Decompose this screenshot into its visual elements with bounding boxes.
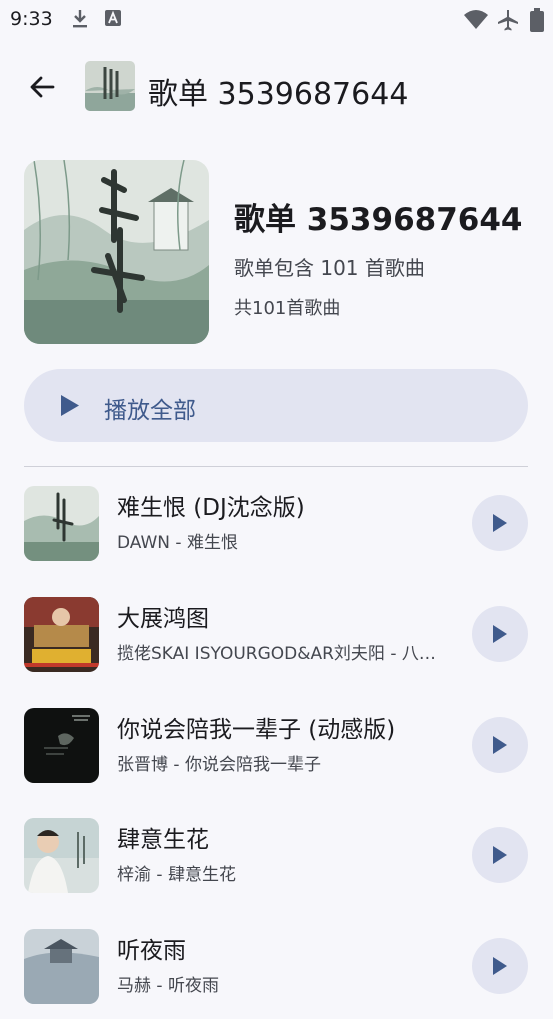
status-time: 9:33 [10,8,53,30]
play-all-button[interactable]: 播放全部 [24,369,528,442]
download-icon [73,10,87,28]
track-row[interactable]: 难生恨 (DJ沈念版) DAWN - 难生恨 [0,476,553,576]
track-cover [24,818,99,893]
track-cover [24,929,99,1004]
play-icon [493,625,507,643]
playlist-cover [24,160,209,344]
track-row[interactable]: 你说会陪我一辈子 (动感版) 张晋博 - 你说会陪我一辈子 [0,698,553,798]
arrow-left-icon[interactable] [26,71,58,103]
wifi-icon [464,10,488,29]
playlist-header: 歌单 3539687644 歌单包含 101 首歌曲 共101首歌曲 [0,158,553,348]
track-cover [24,486,99,561]
playlist-song-count: 共101首歌曲 [234,298,341,319]
play-icon [493,846,507,864]
playlist-subtitle: 歌单包含 101 首歌曲 [234,256,425,280]
track-cover [24,708,99,783]
track-title: 肆意生花 [117,827,209,853]
track-artist: 揽佬SKAI ISYOURGOD&AR刘夫阳 - 八… [117,644,436,664]
top-app-bar: 歌单 3539687644 [0,56,553,118]
playlist-thumbnail [85,61,135,111]
track-row[interactable]: 听夜雨 马赫 - 听夜雨 [0,919,553,1019]
track-row[interactable]: 肆意生花 梓渝 - 肆意生花 [0,808,553,908]
battery-icon [530,8,544,32]
airplane-mode-icon [498,10,518,31]
status-bar: 9:33 [0,0,553,38]
track-title: 难生恨 (DJ沈念版) [117,495,305,521]
play-icon [493,736,507,754]
track-play-button[interactable] [472,717,528,773]
track-artist: 马赫 - 听夜雨 [117,976,219,996]
divider [24,466,528,467]
track-play-button[interactable] [472,827,528,883]
track-artist: 梓渝 - 肆意生花 [117,865,236,885]
notification-a-icon [105,10,121,26]
play-icon [493,957,507,975]
track-artist: 张晋博 - 你说会陪我一辈子 [117,755,321,775]
play-all-label: 播放全部 [104,397,196,423]
track-title: 你说会陪我一辈子 (动感版) [117,717,396,743]
play-icon [61,395,79,416]
track-play-button[interactable] [472,606,528,662]
track-cover [24,597,99,672]
track-title: 听夜雨 [117,938,186,964]
playlist-title: 歌单 3539687644 [234,202,523,238]
app-bar-title: 歌单 3539687644 [148,77,409,112]
track-title: 大展鸿图 [117,606,209,632]
track-play-button[interactable] [472,495,528,551]
track-artist: DAWN - 难生恨 [117,533,238,553]
track-row[interactable]: 大展鸿图 揽佬SKAI ISYOURGOD&AR刘夫阳 - 八… [0,587,553,687]
play-icon [493,514,507,532]
track-play-button[interactable] [472,938,528,994]
